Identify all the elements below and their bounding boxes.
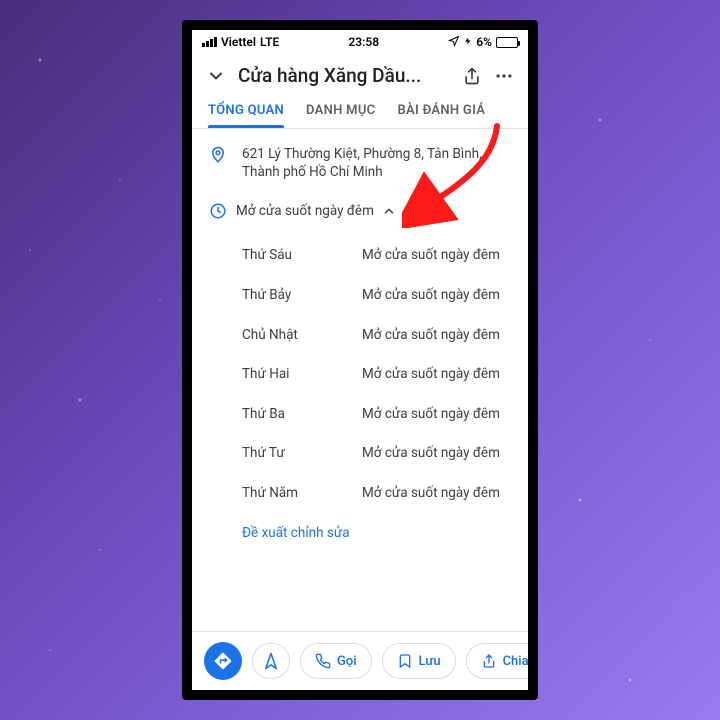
signal-icon (202, 37, 217, 47)
day-label: Thứ Tư (242, 445, 362, 463)
hours-summary: Mở cửa suốt ngày đêm (236, 203, 374, 219)
share-label: Chia sẻ (503, 654, 528, 669)
hours-row: Thứ HaiMở cửa suốt ngày đêm (242, 355, 512, 395)
location-pin-icon (208, 145, 228, 181)
call-button[interactable]: Gọi (300, 643, 372, 679)
hours-row: Thứ BaMở cửa suốt ngày đêm (242, 395, 512, 435)
carrier-label: Viettel (221, 35, 256, 49)
chevron-up-icon (382, 204, 396, 218)
day-label: Thứ Ba (242, 406, 362, 424)
day-label: Thứ Bảy (242, 287, 362, 305)
app-header: Cửa hàng Xăng Dầu... (192, 54, 528, 95)
day-label: Thứ Hai (242, 366, 362, 384)
hours-value: Mở cửa suốt ngày đêm (362, 406, 512, 424)
start-navigation-button[interactable] (252, 643, 290, 679)
hours-row: Thứ BảyMở cửa suốt ngày đêm (242, 276, 512, 316)
suggest-edit-link[interactable]: Đề xuất chỉnh sửa (208, 513, 512, 545)
hours-toggle[interactable]: Mở cửa suốt ngày đêm (208, 187, 512, 226)
more-icon[interactable] (494, 66, 514, 86)
hours-value: Mở cửa suốt ngày đêm (362, 287, 512, 305)
save-label: Lưu (419, 654, 441, 669)
day-label: Thứ Năm (242, 485, 362, 503)
day-label: Thứ Sáu (242, 247, 362, 265)
hours-value: Mở cửa suốt ngày đêm (362, 366, 512, 384)
bookmark-icon (397, 653, 413, 669)
network-label: LTE (260, 35, 279, 49)
directions-button[interactable] (204, 642, 242, 680)
tab-overview[interactable]: TỔNG QUAN (208, 95, 284, 128)
hours-list: Thứ SáuMở cửa suốt ngày đêm Thứ BảyMở cử… (208, 226, 512, 513)
clock: 23:58 (348, 35, 379, 49)
call-label: Gọi (337, 654, 357, 669)
hours-value: Mở cửa suốt ngày đêm (362, 327, 512, 345)
hours-value: Mở cửa suốt ngày đêm (362, 445, 512, 463)
share-button[interactable]: Chia sẻ (466, 643, 528, 679)
location-arrow-icon (448, 35, 460, 50)
share-icon[interactable] (462, 66, 482, 86)
phone-frame: Viettel LTE 23:58 6% Cửa hàng Xăng Dầu..… (182, 20, 538, 700)
address-row[interactable]: 621 Lý Thường Kiệt, Phường 8, Tân Bình, … (208, 139, 512, 187)
save-button[interactable]: Lưu (382, 643, 456, 679)
tab-menu[interactable]: DANH MỤC (306, 95, 375, 128)
day-label: Chủ Nhật (242, 327, 362, 345)
share-out-icon (481, 653, 497, 669)
hours-row: Thứ NămMở cửa suốt ngày đêm (242, 474, 512, 514)
battery-pct: 6% (476, 35, 492, 49)
page-title: Cửa hàng Xăng Dầu... (238, 64, 450, 87)
content: 621 Lý Thường Kiệt, Phường 8, Tân Bình, … (192, 129, 528, 631)
clock-icon (208, 201, 228, 220)
tabs: TỔNG QUAN DANH MỤC BÀI ĐÁNH GIÁ (192, 95, 528, 129)
hours-value: Mở cửa suốt ngày đêm (362, 247, 512, 265)
phone-icon (315, 653, 331, 669)
hours-row: Thứ SáuMở cửa suốt ngày đêm (242, 236, 512, 276)
charging-icon (464, 35, 472, 50)
status-bar: Viettel LTE 23:58 6% (192, 30, 528, 54)
hours-row: Thứ TưMở cửa suốt ngày đêm (242, 434, 512, 474)
hours-row: Chủ NhậtMở cửa suốt ngày đêm (242, 316, 512, 356)
bottom-actions: Gọi Lưu Chia sẻ (192, 631, 528, 690)
battery-icon (496, 37, 518, 48)
hours-value: Mở cửa suốt ngày đêm (362, 485, 512, 503)
address-text: 621 Lý Thường Kiệt, Phường 8, Tân Bình, … (242, 145, 512, 181)
collapse-icon[interactable] (206, 66, 226, 86)
tab-reviews[interactable]: BÀI ĐÁNH GIÁ (397, 95, 485, 128)
